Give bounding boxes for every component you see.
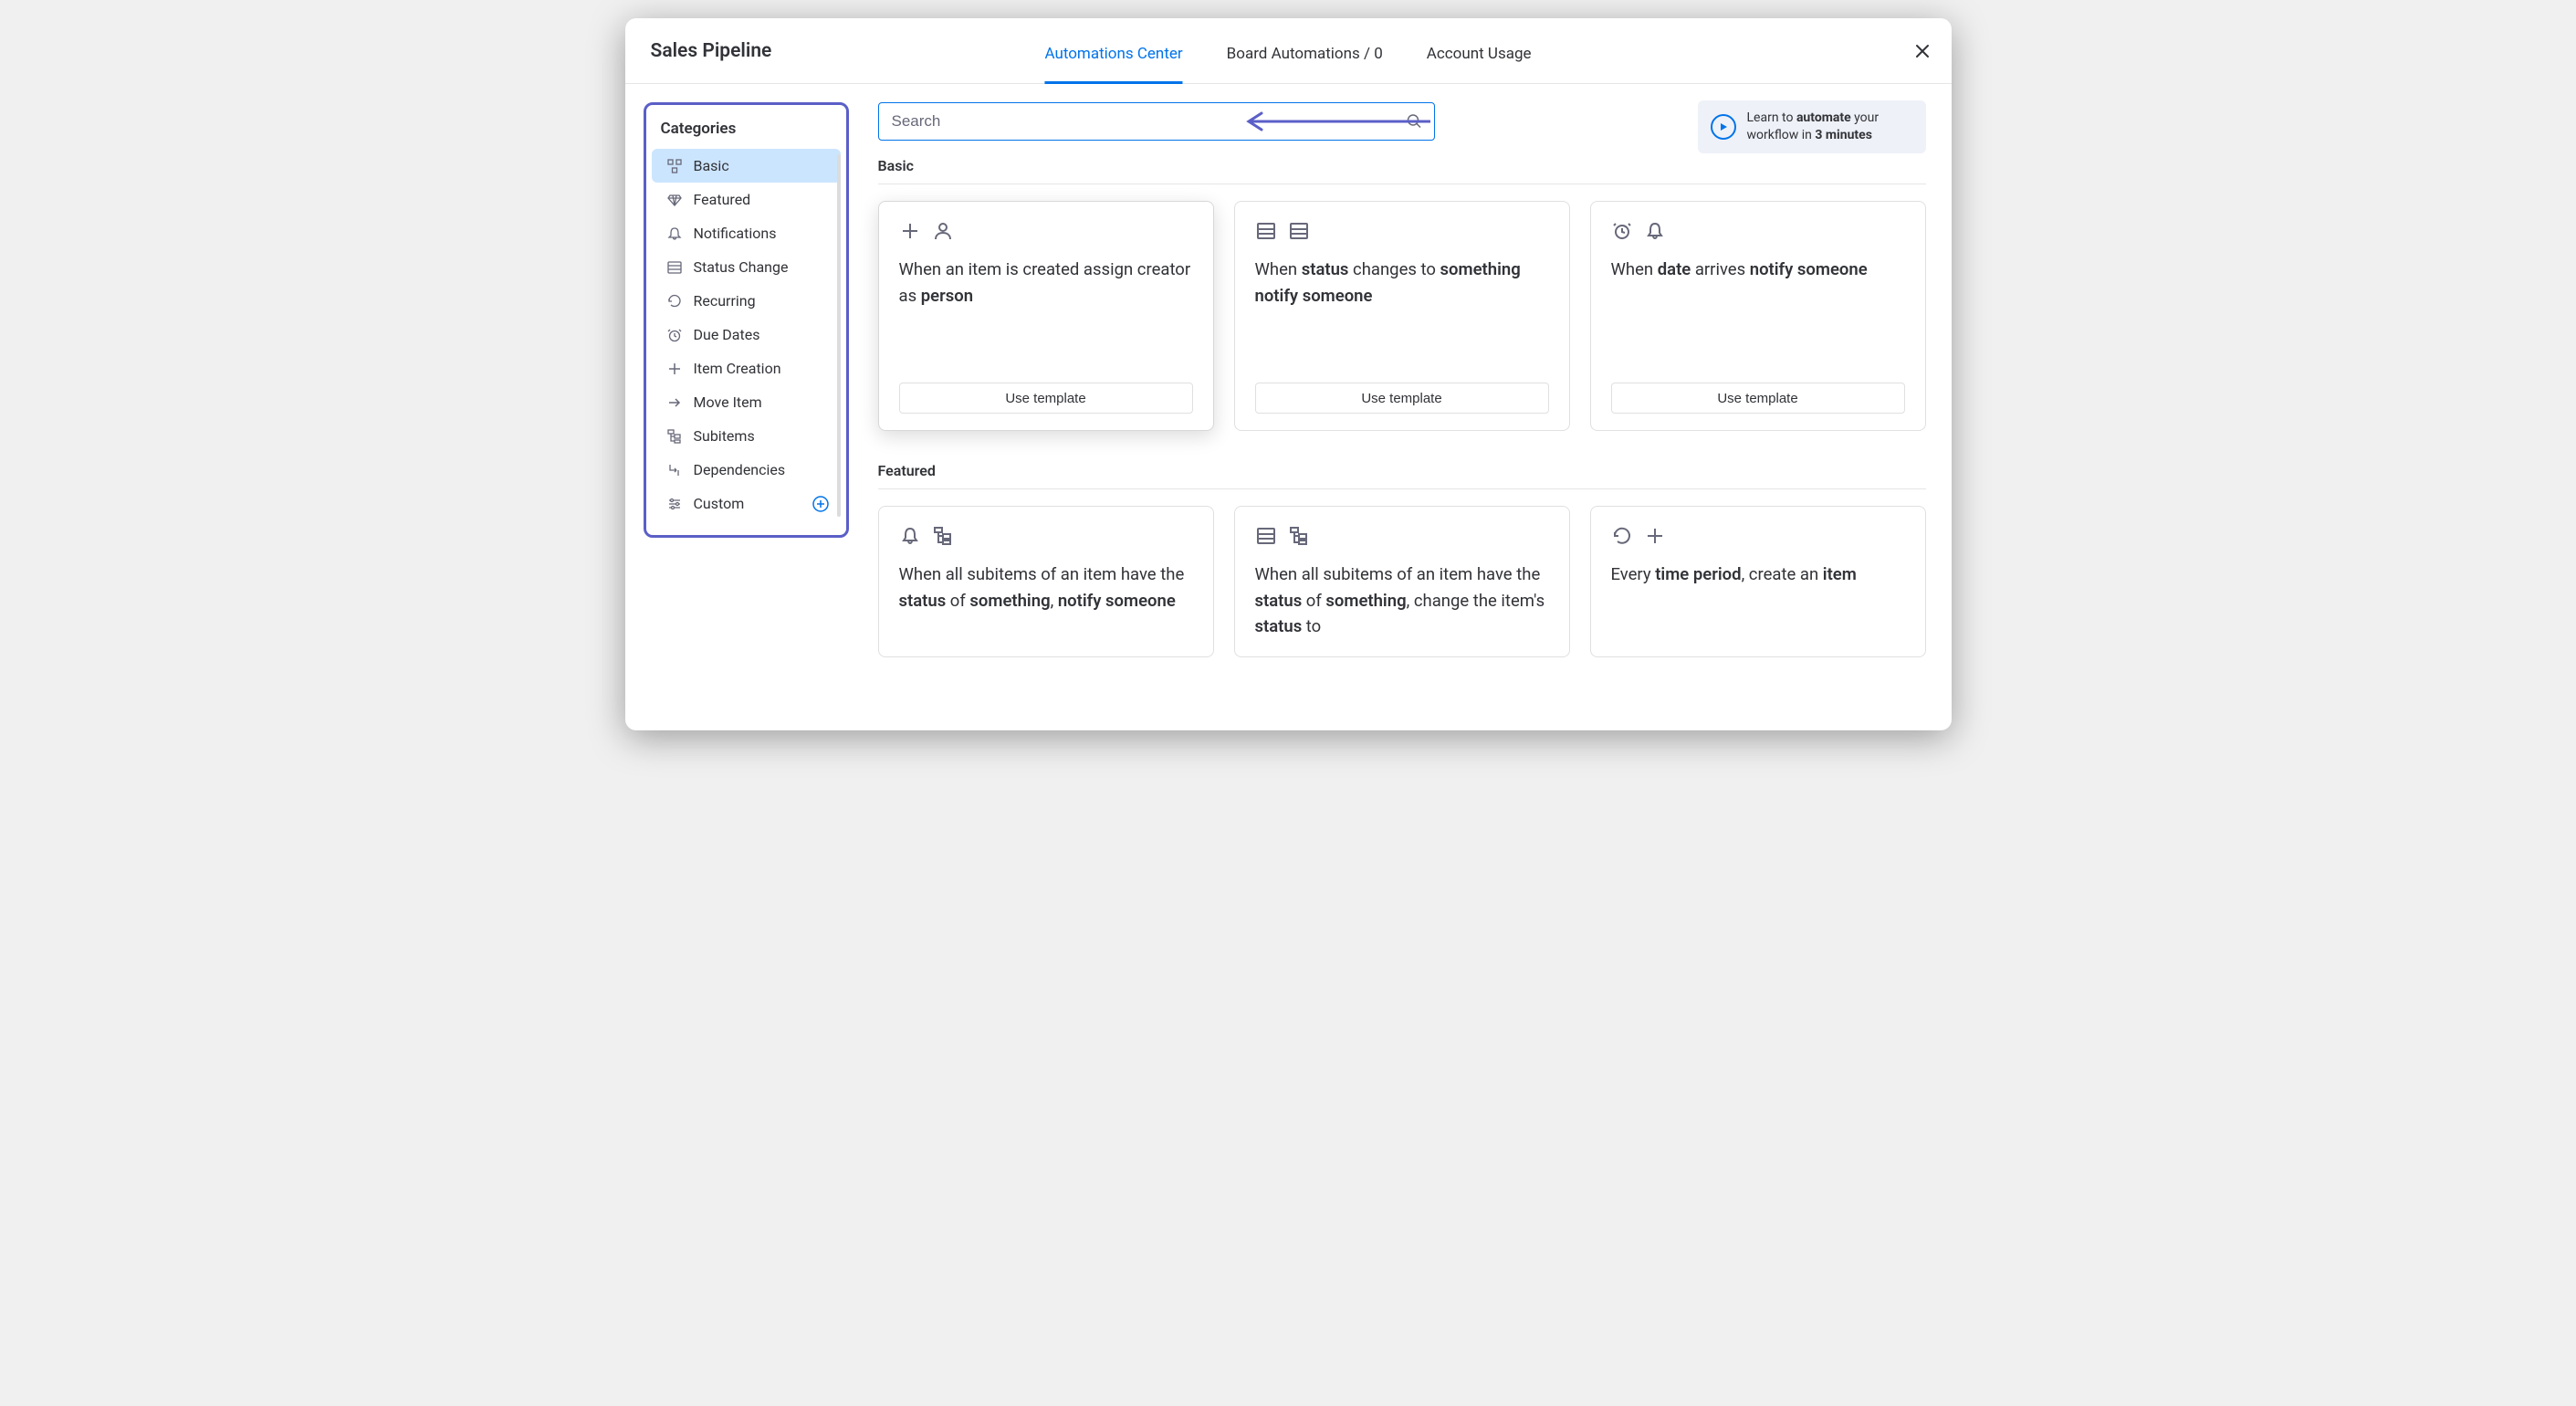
sidebar-item-item-creation[interactable]: Item Creation [652, 352, 841, 385]
search-icon [1407, 114, 1422, 130]
featured-cards: When all subitems of an item have the st… [878, 506, 1926, 657]
recurring-icon [666, 293, 683, 310]
card-text: When all subitems of an item have the st… [1255, 561, 1549, 640]
sidebar-item-label: Item Creation [694, 360, 781, 377]
main-content: Learn to automate your workflow in 3 min… [860, 84, 1952, 730]
template-card[interactable]: When all subitems of an item have the st… [1234, 506, 1570, 657]
learn-automate-card[interactable]: Learn to automate your workflow in 3 min… [1698, 100, 1926, 153]
template-card[interactable]: Every time period, create an item [1590, 506, 1926, 657]
use-template-button[interactable]: Use template [899, 383, 1193, 414]
plus-icon [1644, 525, 1666, 547]
recurring-icon [1611, 525, 1633, 547]
grid-icon [666, 158, 683, 174]
sidebar-item-status-change[interactable]: Status Change [652, 250, 841, 284]
header: Sales Pipeline Automations Center Board … [625, 18, 1952, 84]
sidebar-item-recurring[interactable]: Recurring [652, 284, 841, 318]
subitems-icon [666, 428, 683, 445]
card-text: When an item is created assign creator a… [899, 257, 1193, 370]
sliders-icon [666, 496, 683, 512]
plus-circle-icon[interactable] [812, 495, 830, 513]
play-icon [1711, 114, 1736, 140]
sidebar-item-label: Basic [694, 157, 729, 174]
card-text: When date arrives notify someone [1611, 257, 1905, 370]
close-button[interactable] [1913, 42, 1932, 60]
sidebar-item-dependencies[interactable]: Dependencies [652, 453, 841, 487]
sidebar-item-label: Due Dates [694, 326, 760, 343]
sidebar-item-label: Status Change [694, 258, 789, 276]
sidebar-item-due-dates[interactable]: Due Dates [652, 318, 841, 352]
sidebar-item-custom[interactable]: Custom [652, 487, 841, 520]
template-card[interactable]: When all subitems of an item have the st… [878, 506, 1214, 657]
sidebar-item-label: Move Item [694, 393, 762, 411]
card-icons [1255, 525, 1549, 547]
sidebar-item-basic[interactable]: Basic [652, 149, 841, 183]
subitems-icon [1288, 525, 1310, 547]
diamond-icon [666, 192, 683, 208]
list-icon [1255, 525, 1277, 547]
card-text: When all subitems of an item have the st… [899, 561, 1193, 640]
close-icon [1913, 42, 1932, 60]
list-icon [666, 259, 683, 276]
card-icons [1611, 220, 1905, 242]
template-card[interactable]: When an item is created assign creator a… [878, 201, 1214, 431]
search-input[interactable] [878, 102, 1435, 141]
tab-automations-center[interactable]: Automations Center [1044, 45, 1182, 83]
use-template-button[interactable]: Use template [1255, 383, 1549, 414]
sidebar-wrap: Categories Basic Featured Notifications … [625, 84, 860, 730]
body: Categories Basic Featured Notifications … [625, 84, 1952, 730]
sidebar-title: Categories [646, 120, 846, 149]
learn-text: Learn to automate your workflow in 3 min… [1747, 110, 1913, 144]
search-box [878, 102, 1435, 141]
card-text: When status changes to something notify … [1255, 257, 1549, 370]
board-title: Sales Pipeline [651, 40, 772, 62]
list-icon [1255, 220, 1277, 242]
sidebar-item-label: Featured [694, 191, 751, 208]
automations-panel: Sales Pipeline Automations Center Board … [625, 18, 1952, 730]
sidebar-item-subitems[interactable]: Subitems [652, 419, 841, 453]
card-icons [899, 525, 1193, 547]
basic-cards: When an item is created assign creator a… [878, 201, 1926, 431]
bell-icon [666, 226, 683, 242]
card-icons [899, 220, 1193, 242]
list-icon [1288, 220, 1310, 242]
section-title-featured: Featured [878, 462, 1926, 489]
bell-icon [899, 525, 921, 547]
sidebar-item-label: Recurring [694, 292, 756, 310]
sidebar-item-label: Subitems [694, 427, 755, 445]
use-template-button[interactable]: Use template [1611, 383, 1905, 414]
sidebar-scrollbar[interactable] [837, 154, 841, 517]
subitems-icon [932, 525, 954, 547]
header-tabs: Automations Center Board Automations / 0… [1044, 18, 1531, 83]
section-title-basic: Basic [878, 157, 1926, 184]
sidebar-item-move-item[interactable]: Move Item [652, 385, 841, 419]
arrow-right-icon [666, 394, 683, 411]
alarm-icon [1611, 220, 1633, 242]
sidebar-item-notifications[interactable]: Notifications [652, 216, 841, 250]
card-icons [1255, 220, 1549, 242]
plus-icon [899, 220, 921, 242]
sidebar-item-label: Notifications [694, 225, 777, 242]
sidebar-item-label: Custom [694, 495, 745, 512]
plus-icon [666, 361, 683, 377]
card-icons [1611, 525, 1905, 547]
tab-account-usage[interactable]: Account Usage [1427, 45, 1532, 83]
template-card[interactable]: When status changes to something notify … [1234, 201, 1570, 431]
tab-board-automations[interactable]: Board Automations / 0 [1227, 45, 1383, 83]
template-card[interactable]: When date arrives notify someone Use tem… [1590, 201, 1926, 431]
sidebar-item-label: Dependencies [694, 461, 786, 478]
categories-sidebar: Categories Basic Featured Notifications … [644, 102, 849, 538]
bell-icon [1644, 220, 1666, 242]
alarm-icon [666, 327, 683, 343]
card-text: Every time period, create an item [1611, 561, 1905, 640]
dependencies-icon [666, 462, 683, 478]
person-icon [932, 220, 954, 242]
sidebar-item-featured[interactable]: Featured [652, 183, 841, 216]
